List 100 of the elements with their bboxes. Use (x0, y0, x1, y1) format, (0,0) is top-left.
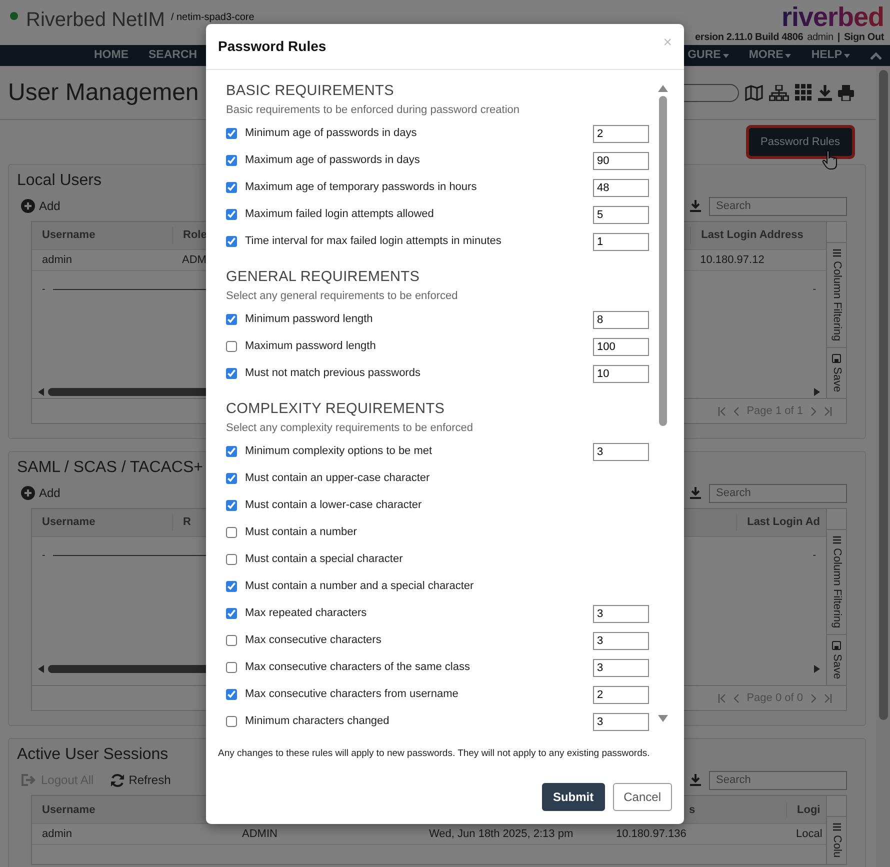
last-page-icon[interactable] (824, 406, 832, 416)
rule-label: Must contain a special character (245, 552, 403, 568)
section-heading: COMPLEXITY REQUIREMENTS (226, 400, 446, 418)
number-field[interactable]: 10 (593, 364, 649, 382)
checkbox[interactable] (226, 662, 237, 673)
column-header[interactable]: Last Login Ad (736, 514, 826, 531)
number-field[interactable]: 90 (593, 152, 649, 170)
checkbox[interactable] (226, 182, 237, 193)
add-button[interactable]: Add (21, 484, 60, 502)
number-field[interactable]: 3 (593, 712, 649, 730)
number-field[interactable]: 2 (593, 686, 649, 704)
number-field[interactable]: 5 (593, 206, 649, 224)
scroll-left-icon[interactable] (38, 388, 44, 396)
number-field[interactable]: 100 (593, 338, 649, 356)
checkbox[interactable] (226, 368, 237, 379)
rule-label: Max consecutive characters from username (245, 687, 458, 702)
rule-label: Max repeated characters (245, 606, 367, 622)
rule-label: Must contain an upper-case character (245, 471, 430, 486)
sign-out-link[interactable]: Sign Out (844, 31, 884, 44)
status-dot (10, 12, 18, 20)
chevron-up-icon[interactable] (870, 52, 882, 60)
rule-label: Minimum password length (245, 312, 373, 328)
download-icon[interactable] (818, 84, 832, 100)
checkbox[interactable] (226, 446, 237, 457)
grid-icon[interactable] (795, 84, 812, 101)
first-page-icon[interactable] (718, 406, 726, 416)
logout-icon (21, 773, 37, 788)
number-field[interactable]: 3 (593, 604, 649, 622)
page-title: User Managemen (8, 78, 199, 108)
download-icon[interactable] (690, 487, 701, 500)
checkbox[interactable] (226, 608, 237, 619)
number-field[interactable]: 1 (593, 232, 649, 250)
download-icon[interactable] (690, 200, 701, 212)
checkbox[interactable] (226, 527, 237, 538)
checkbox[interactable] (226, 155, 237, 166)
checkbox[interactable] (226, 314, 237, 325)
last-page-icon[interactable] (824, 694, 832, 703)
nav-link[interactable]: HOME (84, 46, 138, 64)
search-field[interactable]: Search (709, 484, 847, 503)
search-field[interactable]: Search (709, 770, 847, 790)
checkbox[interactable] (226, 689, 237, 700)
first-page-icon[interactable] (718, 694, 726, 703)
list-icon (832, 249, 841, 257)
checkbox[interactable] (226, 341, 237, 352)
rule-label: Must not match previous passwords (245, 366, 420, 382)
rule-label: Time interval for max failed login attempts in minutes (245, 234, 502, 250)
checkbox[interactable] (226, 716, 237, 727)
previous-page-icon[interactable] (734, 406, 739, 416)
download-icon[interactable] (690, 774, 701, 786)
nav-link[interactable]: HELP (801, 46, 860, 64)
list-icon (832, 823, 841, 832)
number-field[interactable]: 48 (593, 178, 649, 196)
number-field[interactable]: 3 (593, 442, 649, 460)
list-icon (832, 536, 841, 544)
checkbox[interactable] (226, 581, 237, 592)
printer-icon[interactable] (838, 84, 854, 100)
column-header[interactable]: Last Login Address (690, 227, 826, 244)
next-page-icon[interactable] (811, 406, 816, 416)
note-text: Any changes to these rules will apply to new passwords. They will not apply to any existing passwords. (218, 747, 651, 761)
previous-page-icon[interactable] (734, 694, 739, 703)
section-heading: BASIC REQUIREMENTS (226, 82, 395, 100)
table-cell-text: 10.180.97.12 (699, 252, 766, 268)
column-header[interactable]: Username (32, 227, 172, 244)
checkbox[interactable] (226, 128, 237, 139)
scroll-left-icon[interactable] (38, 665, 44, 674)
rule-label: Max consecutive characters of the same class (245, 660, 470, 676)
scroll-down-icon[interactable] (658, 715, 668, 722)
checkbox[interactable] (226, 473, 237, 484)
column-header[interactable]: Logi (786, 802, 826, 818)
section-heading: GENERAL REQUIREMENTS (226, 268, 421, 286)
scrollbar[interactable] (876, 66, 890, 867)
table-cell-text: Wed, Jun 18th 2025, 2:13 pm (428, 827, 574, 842)
checkbox[interactable] (226, 500, 237, 511)
rule-label: Maximum age of passwords in days (245, 153, 420, 168)
next-page-icon[interactable] (811, 694, 816, 703)
column-header[interactable]: Username (32, 514, 172, 531)
number-field[interactable]: 2 (593, 124, 649, 142)
scroll-up-icon[interactable] (658, 85, 668, 92)
checkbox[interactable] (226, 635, 237, 646)
checkbox[interactable] (226, 209, 237, 220)
password-rules-button[interactable]: Password Rules (748, 128, 852, 156)
rule-label: Minimum complexity options to be met (245, 444, 432, 460)
nav-link[interactable]: SEARCH (138, 46, 208, 64)
checkbox[interactable] (226, 554, 237, 565)
checkbox[interactable] (226, 236, 237, 247)
cancel-button[interactable]: Cancel (612, 783, 672, 811)
number-field[interactable]: 3 (593, 658, 649, 676)
submit-button[interactable]: Submit (542, 783, 605, 811)
scroll-right-icon[interactable] (814, 665, 820, 674)
nav-link[interactable]: GURE (678, 46, 739, 64)
nav-link[interactable]: MORE (738, 46, 802, 64)
search-field[interactable]: Search (709, 196, 847, 216)
add-button[interactable]: Add (21, 197, 60, 215)
refresh-button[interactable]: Refresh (110, 771, 171, 790)
map-icon[interactable] (745, 84, 763, 100)
number-field[interactable]: 3 (593, 632, 649, 650)
number-field[interactable]: 8 (593, 310, 649, 328)
hierarchy-icon[interactable] (769, 84, 789, 100)
scroll-right-icon[interactable] (814, 388, 820, 396)
rule-label: Minimum age of passwords in days (245, 126, 417, 142)
